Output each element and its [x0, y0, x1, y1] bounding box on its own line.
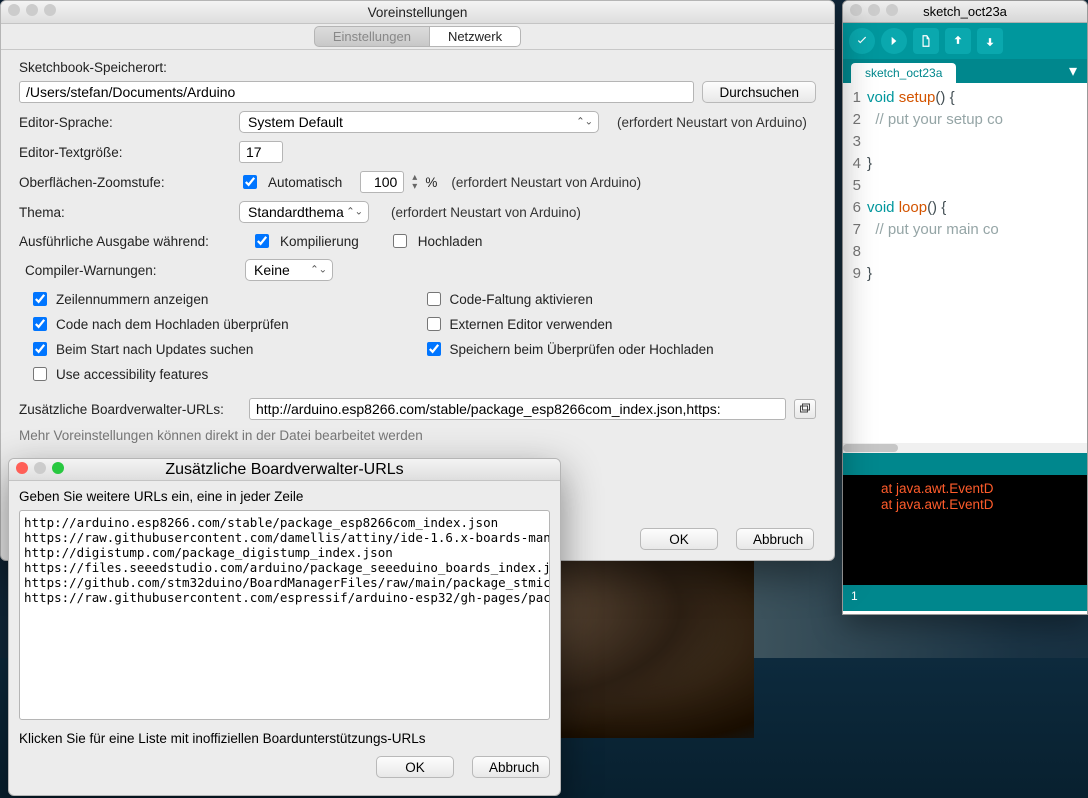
sketchbook-label: Sketchbook-Speicherort: — [19, 60, 816, 75]
prefs-ok-button[interactable]: OK — [640, 528, 718, 550]
zoom-label: Oberflächen-Zoomstufe: — [19, 175, 231, 190]
upload-button[interactable] — [881, 28, 907, 54]
board-urls-input[interactable] — [249, 398, 786, 420]
prefs-title: Voreinstellungen — [368, 5, 468, 20]
board-urls-dialog: Zusätzliche Boardverwalter-URLs Geben Si… — [8, 458, 561, 796]
accessibility-checkbox[interactable] — [33, 367, 47, 381]
urls-title: Zusätzliche Boardverwalter-URLs — [165, 461, 403, 479]
zoom-auto-label: Automatisch — [268, 175, 342, 190]
theme-note: (erfordert Neustart von Arduino) — [391, 205, 581, 220]
prefs-cancel-button[interactable]: Abbruch — [736, 528, 814, 550]
accessibility-label: Use accessibility features — [56, 367, 208, 382]
theme-label: Thema: — [19, 205, 231, 220]
edit-urls-button[interactable] — [794, 399, 816, 419]
minimize-icon[interactable] — [34, 462, 46, 474]
zoom-pct: % — [425, 175, 437, 190]
external-editor-label: Externen Editor verwenden — [450, 317, 613, 332]
warnings-label: Compiler-Warnungen: — [19, 263, 237, 278]
ide-titlebar[interactable]: sketch_oct23a — [843, 1, 1087, 23]
verify-checkbox[interactable] — [33, 317, 47, 331]
new-button[interactable] — [913, 28, 939, 54]
linenum-label: Zeilennummern anzeigen — [56, 292, 208, 307]
language-label: Editor-Sprache: — [19, 115, 231, 130]
tab-sketch[interactable]: sketch_oct23a — [851, 63, 956, 83]
code-area[interactable]: void setup() { // put your setup co } vo… — [867, 87, 1003, 285]
urls-titlebar[interactable]: Zusätzliche Boardverwalter-URLs — [9, 459, 560, 481]
ide-footer: 1 — [843, 585, 1087, 611]
verbose-compile-checkbox[interactable] — [255, 234, 269, 248]
save-on-verify-label: Speichern beim Überprüfen oder Hochladen — [450, 342, 714, 357]
close-icon[interactable] — [16, 462, 28, 474]
ide-status-band — [843, 453, 1087, 475]
updates-label: Beim Start nach Updates suchen — [56, 342, 253, 357]
zoom-stepper-icon[interactable]: ▴▾ — [412, 173, 417, 191]
urls-intro: Geben Sie weitere URLs ein, eine in jede… — [19, 489, 550, 504]
urls-hint[interactable]: Klicken Sie für eine Liste mit inoffizie… — [19, 731, 550, 746]
tab-settings[interactable]: Einstellungen — [314, 26, 429, 47]
urls-textarea[interactable]: http://arduino.esp8266.com/stable/packag… — [19, 510, 550, 720]
verify-label: Code nach dem Hochladen überprüfen — [56, 317, 289, 332]
tab-dropdown-icon[interactable]: ▾ — [1065, 59, 1081, 83]
zoom-auto-checkbox[interactable] — [243, 175, 257, 189]
gutter: 123 456 789 — [843, 87, 863, 285]
board-urls-label: Zusätzliche Boardverwalter-URLs: — [19, 402, 241, 417]
ide-tabstrip: sketch_oct23a ▾ — [843, 59, 1087, 83]
verify-button[interactable] — [849, 28, 875, 54]
verbose-label: Ausführliche Ausgabe während: — [19, 234, 243, 249]
save-button[interactable] — [977, 28, 1003, 54]
verbose-compile-label: Kompilierung — [280, 234, 359, 249]
ide-console[interactable]: at java.awt.EventD at java.awt.EventD — [843, 475, 1087, 585]
language-select[interactable]: System Default — [239, 111, 599, 133]
fontsize-input[interactable] — [239, 141, 283, 163]
ide-traffic-lights[interactable] — [850, 4, 898, 16]
warnings-select[interactable]: Keine — [245, 259, 333, 281]
editor-hscroll[interactable] — [843, 443, 1087, 453]
linenum-checkbox[interactable] — [33, 292, 47, 306]
urls-ok-button[interactable]: OK — [376, 756, 454, 778]
tab-network[interactable]: Netzwerk — [429, 26, 521, 47]
urls-cancel-button[interactable]: Abbruch — [472, 756, 550, 778]
codefold-checkbox[interactable] — [427, 292, 441, 306]
verbose-upload-label: Hochladen — [418, 234, 483, 249]
external-editor-checkbox[interactable] — [427, 317, 441, 331]
ide-editor[interactable]: 123 456 789 void setup() { // put your s… — [843, 83, 1087, 453]
sketchbook-path-input[interactable] — [19, 81, 694, 103]
window-icon — [799, 403, 811, 415]
zoom-note: (erfordert Neustart von Arduino) — [451, 175, 641, 190]
open-button[interactable] — [945, 28, 971, 54]
language-note: (erfordert Neustart von Arduino) — [617, 115, 807, 130]
verbose-upload-checkbox[interactable] — [393, 234, 407, 248]
save-on-verify-checkbox[interactable] — [427, 342, 441, 356]
prefs-tabstrip: Einstellungen Netzwerk — [1, 24, 834, 50]
fontsize-label: Editor-Textgröße: — [19, 145, 231, 160]
ide-title: sketch_oct23a — [923, 4, 1007, 19]
zoom-value-input[interactable] — [360, 171, 404, 193]
arduino-ide-window: sketch_oct23a sketch_oct23a ▾ 123 456 78… — [842, 0, 1088, 615]
prefs-traffic-lights[interactable] — [8, 4, 56, 16]
updates-checkbox[interactable] — [33, 342, 47, 356]
browse-button[interactable]: Durchsuchen — [702, 81, 816, 103]
codefold-label: Code-Faltung aktivieren — [450, 292, 593, 307]
urls-traffic-lights[interactable] — [16, 462, 64, 474]
ide-toolbar — [843, 23, 1087, 59]
more-prefs-hint: Mehr Voreinstellungen können direkt in d… — [19, 428, 816, 443]
zoom-icon[interactable] — [52, 462, 64, 474]
theme-select[interactable]: Standardthema — [239, 201, 369, 223]
prefs-titlebar[interactable]: Voreinstellungen — [1, 1, 834, 24]
